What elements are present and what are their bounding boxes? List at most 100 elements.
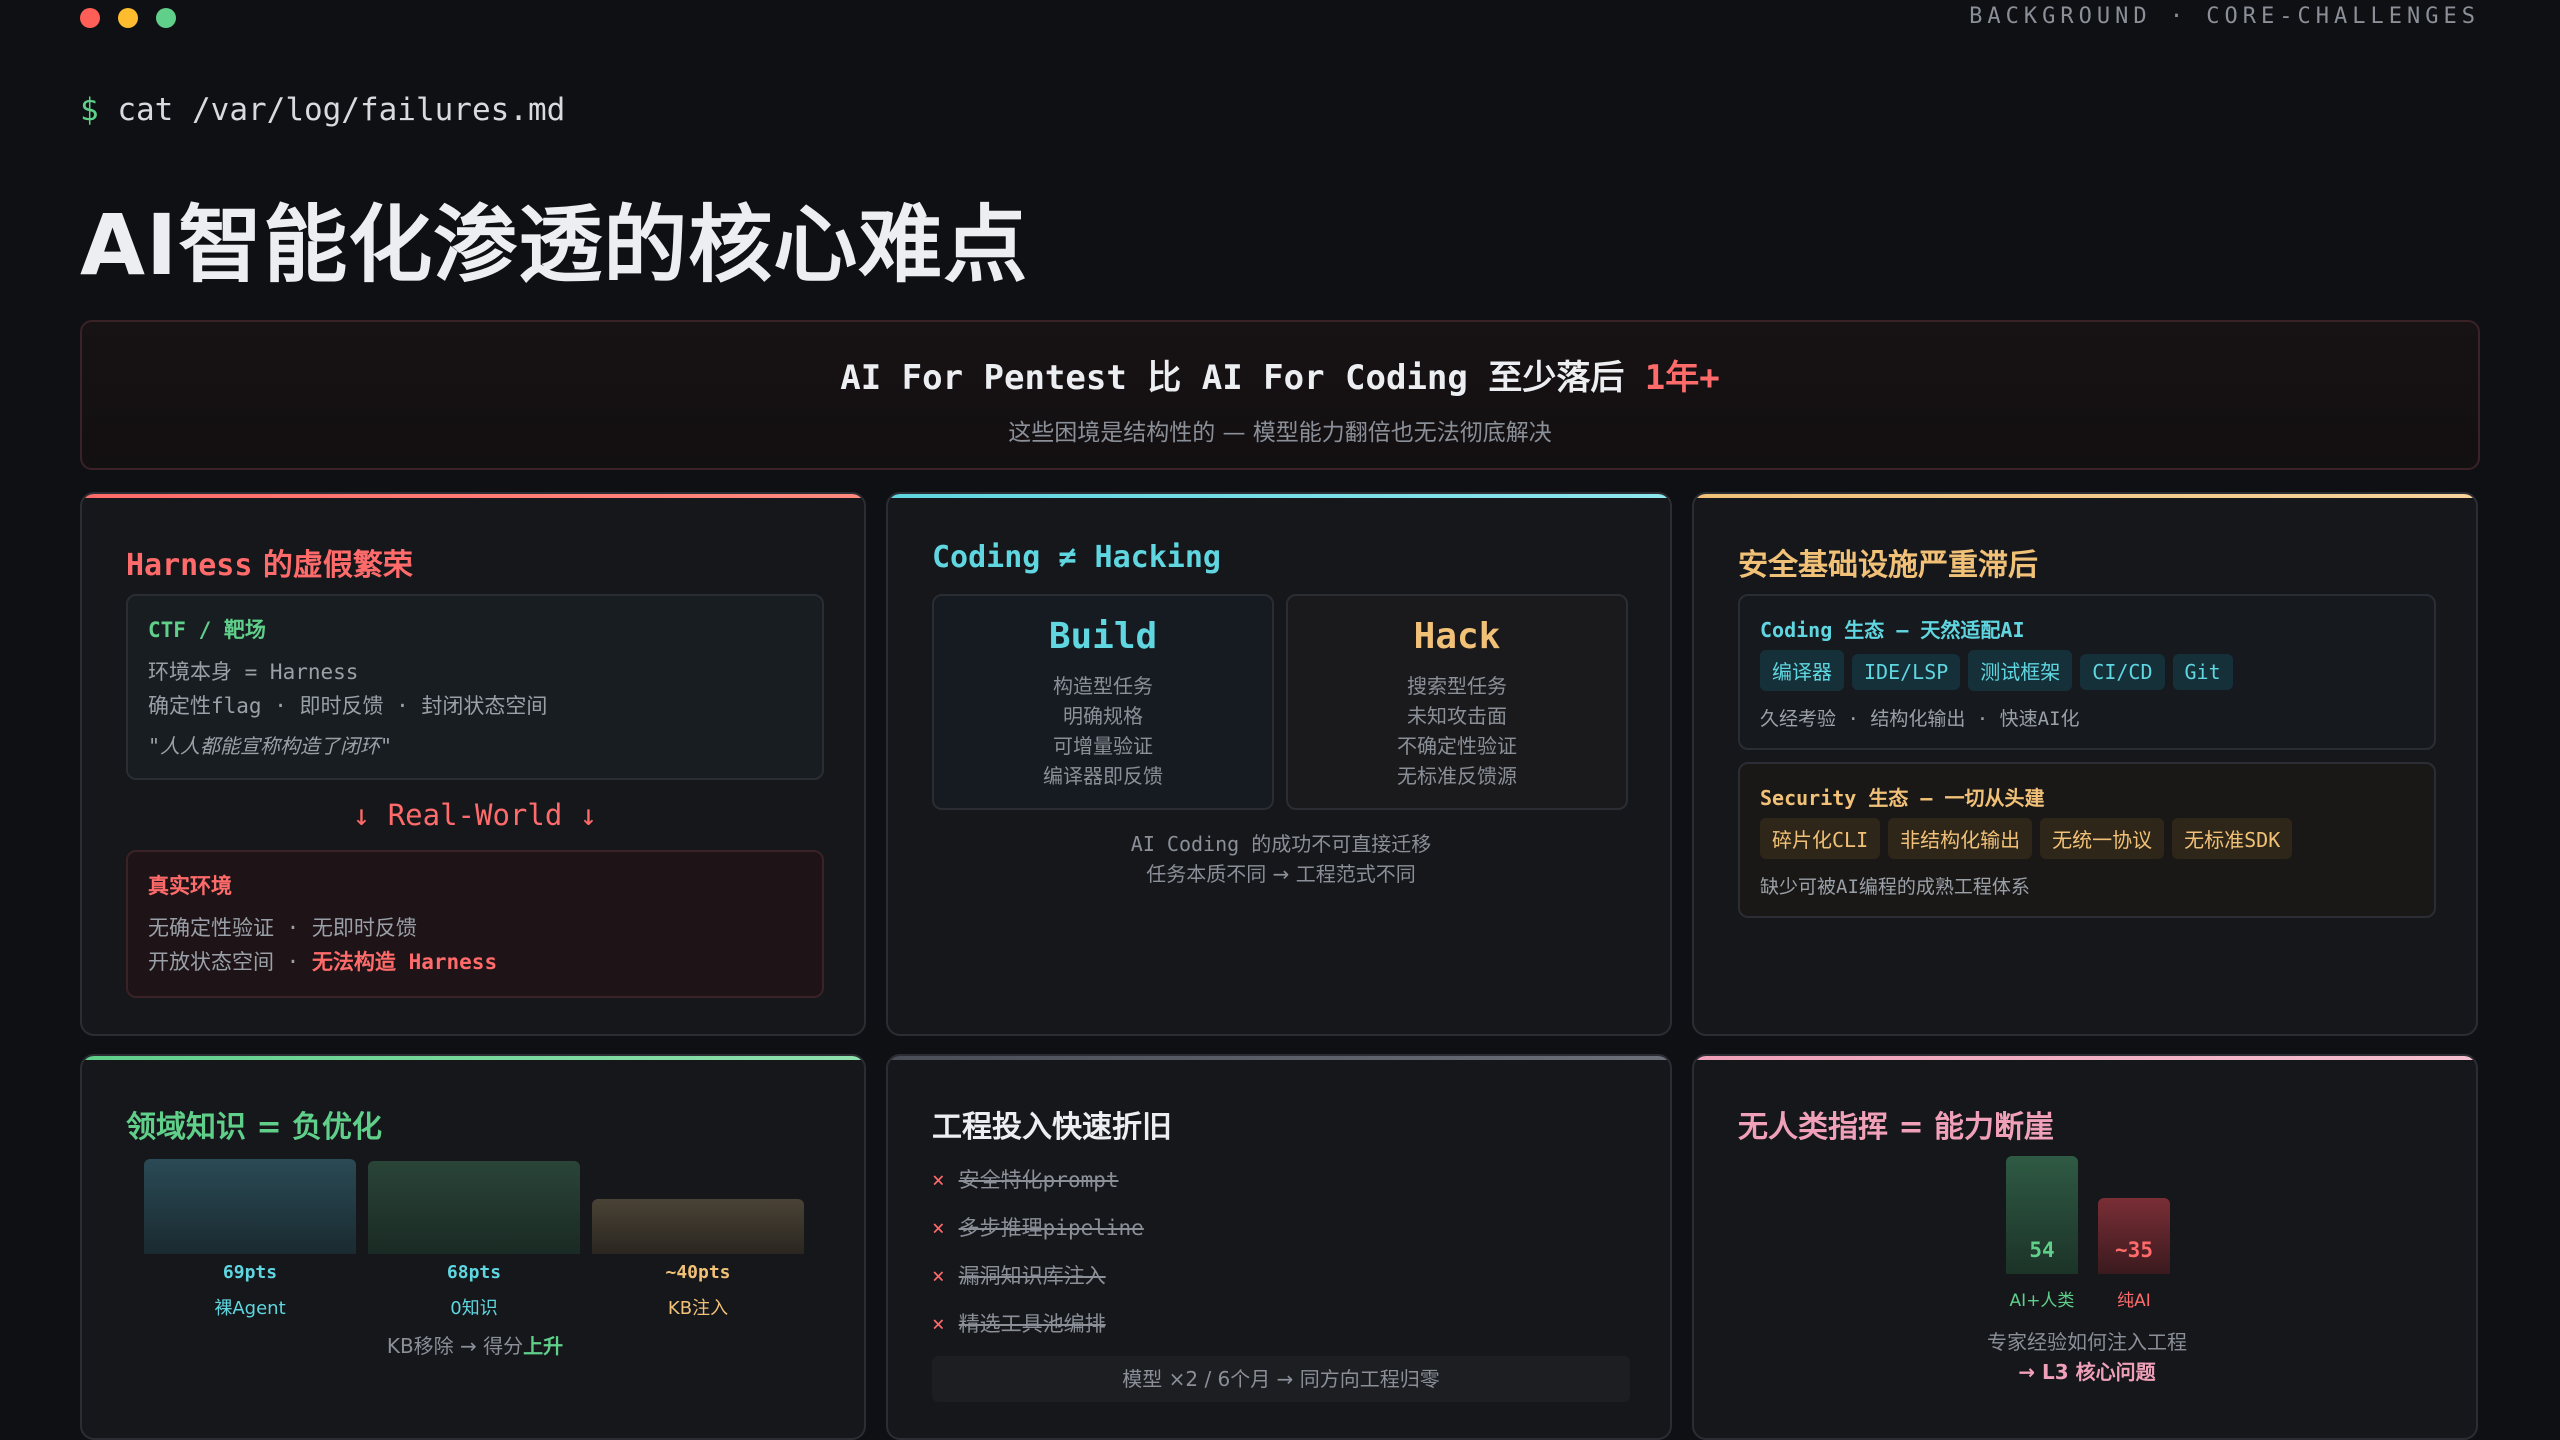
security-ecosystem-title: Security 生态 — 一切从头建: [1760, 786, 2045, 810]
ctf-quote: "人人都能宣称构造了闭环": [148, 734, 393, 758]
hero-subtitle: 这些困境是结构性的 — 模型能力翻倍也无法彻底解决: [1008, 420, 1552, 446]
hero-headline: AI For Pentest 比 AI For Coding 至少落后 1年+: [82, 350, 2478, 399]
human-footer-1: 专家经验如何注入工程: [1987, 1330, 2187, 1354]
minimize-window-button[interactable]: [118, 8, 138, 28]
card-human-command: 无人类指挥 = 能力断崖 54 AI+人类 ~35 纯AI 专家经验如何注入工程 → …: [1692, 1054, 2478, 1440]
build-box: Build 构造型任务 明确规格 可增量验证 编译器即反馈: [932, 594, 1274, 810]
hack-item: 不确定性验证: [1397, 734, 1517, 758]
page-title: AI智能化渗透的核心难点: [80, 196, 1029, 294]
card-security-infra: 安全基础设施严重滞后 Coding 生态 — 天然适配AI 编译器 IDE/LSP…: [1692, 492, 2478, 1036]
hack-item: 未知攻击面: [1407, 704, 1507, 728]
knowledge-footer: KB移除 → 得分上升: [82, 1330, 864, 1359]
knowledge-bar-score: 69pts: [222, 1262, 278, 1283]
x-mark-icon: ×: [932, 1216, 945, 1240]
tag: CI/CD: [2080, 654, 2165, 690]
card-title: 工程投入快速折旧: [932, 1110, 1172, 1145]
build-item: 编译器即反馈: [1043, 764, 1163, 788]
card-accent: [888, 1056, 1670, 1060]
hack-item: 搜索型任务: [1407, 674, 1507, 698]
card-title-zh: 的虚假繁荣: [252, 548, 413, 583]
ctf-box: CTF / 靶场 环境本身 = Harness 确定性flag · 即时反馈 ·…: [126, 594, 824, 780]
card-title: Coding ≠ Hacking: [932, 540, 1221, 575]
hero-highlight: 1年+: [1644, 358, 1720, 398]
card-accent: [82, 494, 864, 498]
struck-item: × 漏洞知识库注入: [932, 1260, 1106, 1290]
breadcrumb: BACKGROUND · CORE-CHALLENGES: [1969, 4, 2480, 29]
x-mark-icon: ×: [932, 1168, 945, 1192]
security-ecosystem-box: Security 生态 — 一切从头建 碎片化CLI 非结构化输出 无统一协议 无标准…: [1738, 762, 2436, 918]
card-accent: [82, 1056, 864, 1060]
card-harness: Harness 的虚假繁荣 CTF / 靶场 环境本身 = Harness 确定…: [80, 492, 866, 1036]
knowledge-bar-label: 0知识: [450, 1298, 498, 1319]
human-footer-2: → L3 核心问题: [2018, 1360, 2156, 1384]
terminal-command: $ cat /var/log/failures.md: [80, 92, 565, 128]
knowledge-bar: [592, 1199, 804, 1254]
real-env-line2: 开放状态空间 · 无法构造 Harness: [148, 946, 497, 976]
card-title-en: Harness: [126, 548, 253, 583]
hero-banner: AI For Pentest 比 AI For Coding 至少落后 1年+ …: [80, 320, 2480, 470]
hero-headline-text: AI For Pentest 比 AI For Coding 至少落后: [840, 358, 1645, 398]
tag: 测试框架: [1968, 650, 2073, 691]
maximize-window-button[interactable]: [156, 8, 176, 28]
knowledge-bar-label: 裸Agent: [214, 1298, 286, 1319]
close-window-button[interactable]: [80, 8, 100, 28]
real-world-arrow: ↓ Real-World ↓: [352, 798, 598, 832]
knowledge-bar: [368, 1161, 580, 1254]
tag: 碎片化CLI: [1760, 818, 1881, 859]
card-coding-vs-hacking: Coding ≠ Hacking Build 构造型任务 明确规格 可增量验证 …: [886, 492, 1672, 1036]
security-ecosystem-note: 缺少可被AI编程的成熟工程体系: [1760, 876, 2030, 898]
command-text: cat /var/log/failures.md: [117, 92, 566, 128]
coding-ecosystem-tags: 编译器 IDE/LSP 测试框架 CI/CD Git: [1760, 650, 2241, 691]
tag: 非结构化输出: [1888, 818, 2033, 859]
hack-title: Hack: [1413, 616, 1501, 657]
coding-ecosystem-title: Coding 生态 — 天然适配AI: [1760, 618, 2025, 642]
engineering-footer: 模型 ×2 / 6个月 → 同方向工程归零: [932, 1356, 1630, 1402]
ctf-line1: 环境本身 = Harness: [148, 660, 359, 684]
knowledge-bar: [144, 1159, 356, 1254]
build-item: 明确规格: [1063, 704, 1143, 728]
knowledge-bar-label: KB注入: [667, 1298, 729, 1319]
real-env-line2-text: 开放状态空间 ·: [148, 950, 312, 974]
struck-item: × 精选工具池编排: [932, 1308, 1106, 1338]
real-env-line1: 无确定性验证 · 无即时反馈: [148, 916, 417, 940]
security-ecosystem-tags: 碎片化CLI 非结构化输出 无统一协议 无标准SDK: [1760, 818, 2300, 859]
struck-item-text: 多步推理pipeline: [958, 1216, 1144, 1240]
build-title: Build: [1048, 616, 1158, 657]
human-bar-value: ~35: [2115, 1238, 2153, 1262]
terminal-prompt: $: [80, 92, 99, 128]
hack-item: 无标准反馈源: [1397, 764, 1517, 788]
tag: 无统一协议: [2040, 818, 2165, 859]
tag: 无标准SDK: [2172, 818, 2293, 859]
human-bar: [2098, 1198, 2170, 1274]
knowledge-bar-score: 68pts: [446, 1262, 502, 1283]
card-title: Harness 的虚假繁荣: [126, 540, 413, 584]
card-accent: [1694, 494, 2476, 498]
struck-item: × 安全特化prompt: [932, 1164, 1119, 1194]
ctf-line2: 确定性flag · 即时反馈 · 封闭状态空间: [148, 694, 548, 718]
card-title: 无人类指挥 = 能力断崖: [1738, 1110, 2055, 1145]
knowledge-footer-highlight: 上升: [523, 1334, 564, 1358]
card-title: 安全基础设施严重滞后: [1738, 548, 2038, 583]
window-titlebar: BACKGROUND · CORE-CHALLENGES: [0, 0, 2560, 40]
human-bar-value: 54: [2029, 1238, 2055, 1262]
ctf-title: CTF / 靶场: [148, 618, 266, 642]
card-accent: [888, 494, 1670, 498]
coding-ecosystem-note: 久经考验 · 结构化输出 · 快速AI化: [1760, 708, 2080, 730]
struck-item-text: 漏洞知识库注入: [958, 1264, 1106, 1288]
struck-item: × 多步推理pipeline: [932, 1212, 1144, 1242]
card-title: 领域知识 = 负优化: [126, 1110, 383, 1145]
coding-footer-2: 任务本质不同 → 工程范式不同: [1146, 862, 1416, 886]
struck-item-text: 安全特化prompt: [958, 1168, 1119, 1192]
real-env-box: 真实环境 无确定性验证 · 无即时反馈 开放状态空间 · 无法构造 Harnes…: [126, 850, 824, 998]
x-mark-icon: ×: [932, 1312, 945, 1336]
coding-footer-1: AI Coding 的成功不可直接迁移: [1130, 832, 1432, 856]
human-bar-label: 纯AI: [2117, 1291, 2151, 1311]
card-accent: [1694, 1056, 2476, 1060]
card-engineering-depreciation: 工程投入快速折旧 × 安全特化prompt × 多步推理pipeline × 漏洞知识…: [886, 1054, 1672, 1440]
build-item: 构造型任务: [1053, 674, 1153, 698]
tag: IDE/LSP: [1852, 654, 1961, 690]
card-domain-knowledge: 领域知识 = 负优化 69pts 裸Agent 68pts 0知识 ~40pts KB注入…: [80, 1054, 866, 1440]
hack-box: Hack 搜索型任务 未知攻击面 不确定性验证 无标准反馈源: [1286, 594, 1628, 810]
knowledge-bar-score: ~40pts: [665, 1262, 731, 1283]
coding-ecosystem-box: Coding 生态 — 天然适配AI 编译器 IDE/LSP 测试框架 CI/CD Gi…: [1738, 594, 2436, 750]
